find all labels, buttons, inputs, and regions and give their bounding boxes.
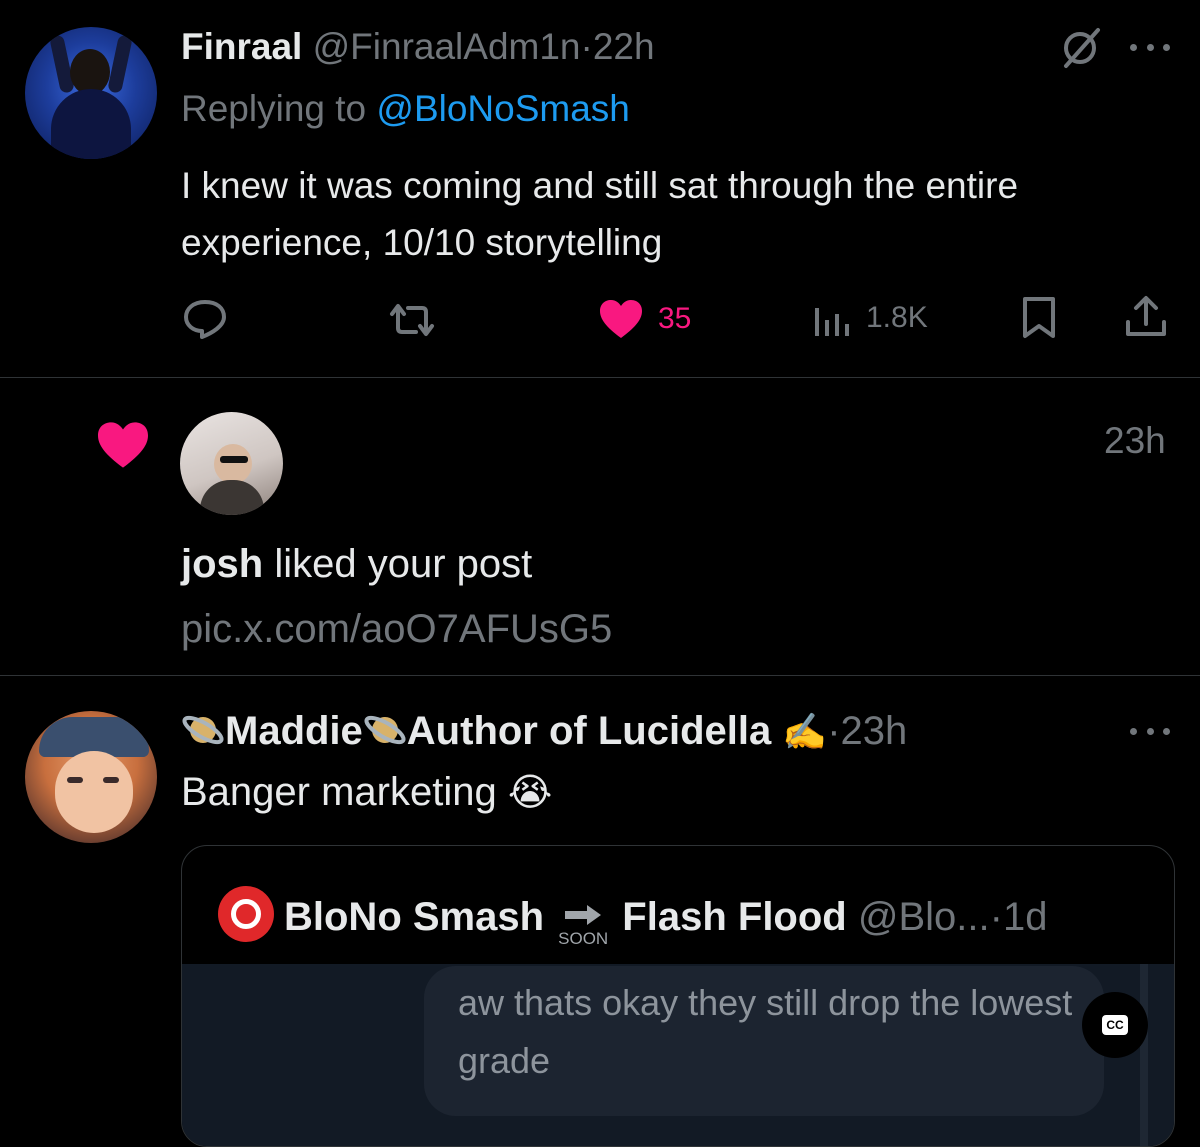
quoted-display-name-part1[interactable]: BloNo Smash: [284, 895, 544, 939]
display-name-part1[interactable]: Maddie: [225, 709, 363, 753]
media-text: aw thats okay they still drop the lowest…: [458, 982, 1073, 1081]
notification-user[interactable]: josh: [181, 542, 263, 586]
quoted-display-name-part2[interactable]: Flash Flood: [622, 895, 846, 939]
media-edge: [1140, 964, 1148, 1146]
captions-button[interactable]: CC: [1082, 992, 1148, 1058]
bookmark-button[interactable]: [1020, 296, 1058, 340]
share-icon: [1126, 296, 1166, 336]
replying-handle-link[interactable]: @BloNoSmash: [376, 88, 630, 129]
more-options-icon[interactable]: [1130, 41, 1170, 53]
avatar-finraal[interactable]: [25, 27, 157, 159]
notification-link[interactable]: pic.x.com/aoO7AFUsG5: [181, 603, 612, 655]
quoted-timestamp: 1d: [1002, 895, 1048, 939]
writing-hand-emoji-icon: ✍️: [782, 711, 828, 752]
avatar-maddie[interactable]: [25, 711, 157, 843]
avatar-josh[interactable]: [180, 412, 283, 515]
display-name-part2[interactable]: Author of Lucidella: [407, 709, 771, 753]
tweet-text: Banger marketing 😭: [181, 765, 552, 820]
heart-notification-icon: [94, 420, 152, 475]
tweet-text-body: Banger marketing: [181, 770, 497, 814]
separator: ·: [827, 709, 841, 753]
notification-text: josh liked your post: [181, 538, 532, 590]
quoted-post-header: BloNo Smash SOON Flash Flood @Blo...·1d: [218, 886, 1047, 948]
tweet-header: Finraal @FinraalAdm1n·22h: [181, 22, 655, 72]
like-button[interactable]: 35: [598, 298, 691, 340]
reply-icon: [184, 300, 226, 339]
beats-logo-icon: [218, 886, 274, 942]
cc-icon: CC: [1102, 1015, 1128, 1035]
view-count: 1.8K: [866, 301, 928, 334]
bookmark-icon: [1023, 297, 1055, 338]
views-icon: [815, 308, 849, 336]
timestamp[interactable]: 23h: [841, 709, 908, 753]
heart-filled-icon: [600, 300, 642, 338]
views-button[interactable]: 1.8K: [812, 298, 928, 338]
replying-to: Replying to @BloNoSmash: [181, 84, 630, 134]
share-button[interactable]: [1124, 294, 1168, 340]
tweet-header-2: Maddie Author of Lucidella ✍️·23h: [181, 704, 907, 759]
repost-icon: [390, 304, 434, 336]
quoted-handle[interactable]: @Blo...: [858, 895, 990, 939]
planet-emoji-icon: [181, 708, 225, 752]
quoted-post-card[interactable]: BloNo Smash SOON Flash Flood @Blo...·1d …: [181, 845, 1175, 1147]
more-options-icon[interactable]: [1130, 725, 1170, 737]
notification-timestamp: 23h: [1104, 420, 1166, 461]
timestamp[interactable]: 22h: [593, 26, 655, 67]
grok-icon[interactable]: [1058, 24, 1104, 70]
crying-emoji-icon: 😭: [507, 772, 553, 814]
like-count: 35: [658, 302, 692, 335]
repost-button[interactable]: [386, 300, 438, 340]
replying-prefix: Replying to: [181, 88, 377, 129]
tweet-text: I knew it was coming and still sat throu…: [181, 165, 1019, 263]
display-name[interactable]: Finraal: [181, 26, 302, 67]
divider: [0, 377, 1200, 378]
notification-action: liked your post: [263, 542, 533, 586]
separator: ·: [989, 895, 1003, 939]
quoted-media[interactable]: aw thats okay they still drop the lowest…: [182, 964, 1174, 1146]
handle[interactable]: @FinraalAdm1n: [313, 26, 581, 67]
reply-button[interactable]: [182, 298, 228, 340]
planet-emoji-icon: [363, 708, 407, 752]
separator: ·: [580, 26, 593, 67]
divider: [0, 675, 1200, 676]
soon-arrow-emoji-icon: SOON: [555, 904, 611, 948]
